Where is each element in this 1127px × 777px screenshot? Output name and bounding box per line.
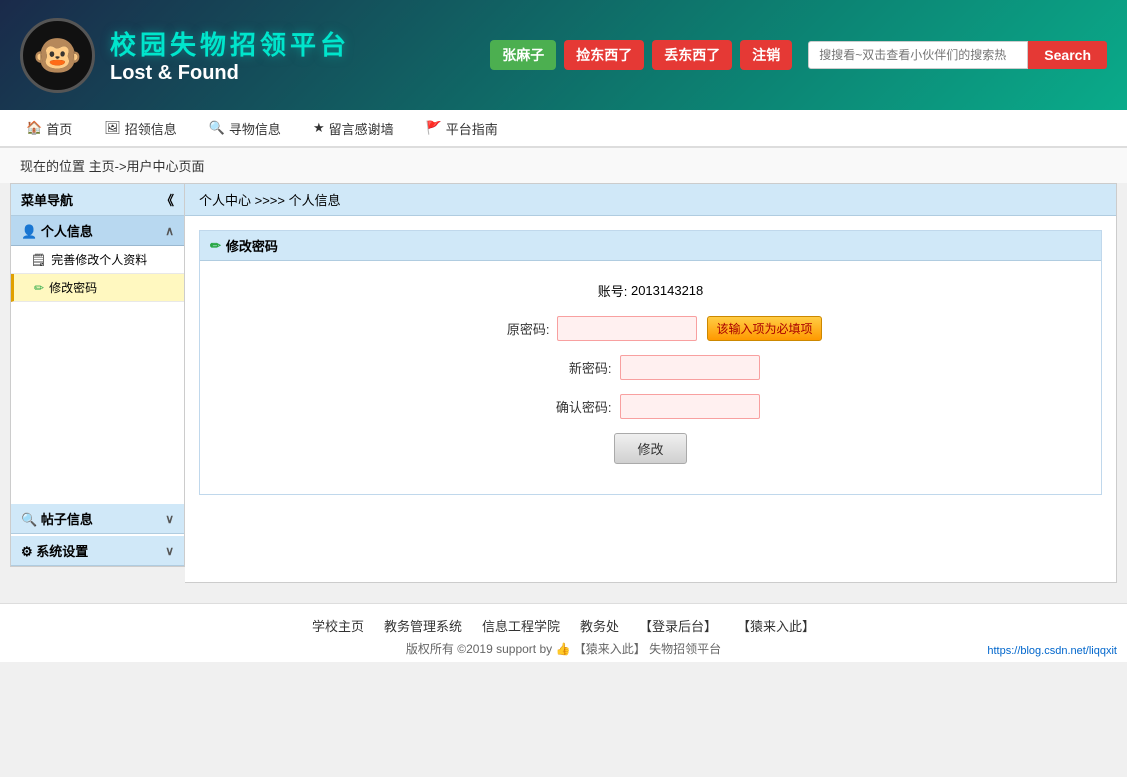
edit-profile-label: 完善修改个人资料 [51, 251, 147, 268]
new-password-label: 新密码: [542, 358, 612, 377]
nav-lost-label: 寻物信息 [229, 119, 281, 138]
nav-found-label: 招领信息 [125, 119, 177, 138]
search-area: Search [808, 41, 1107, 69]
settings-chevron-icon: ∨ [165, 544, 174, 558]
submit-button[interactable]: 修改 [614, 433, 686, 464]
nav-item-found[interactable]: 🖼 招领信息 [88, 111, 193, 146]
search-button[interactable]: Search [1028, 41, 1107, 69]
old-password-input[interactable] [557, 316, 697, 341]
content-breadcrumb: 个人中心 >>>> 个人信息 [185, 184, 1116, 216]
sidebar-header: 菜单导航 《 [11, 184, 184, 216]
site-title-en: Lost & Found [110, 62, 350, 85]
old-password-row: 原密码: 该输入项为必填项 [230, 316, 1071, 341]
home-icon: 🏠 [26, 120, 42, 136]
sidebar-posts-label: 帖子信息 [41, 512, 93, 527]
gear-icon: ⚙ [21, 544, 33, 559]
header-right: 张麻子 捡东西了 丢东西了 注销 Search [490, 40, 1107, 70]
footer-copyright: 版权所有 ©2019 support by 👍 【猿来入此】 失物招领平台 [0, 640, 1127, 657]
site-title: 校园失物招领平台 Lost & Found [110, 25, 350, 85]
nav-item-wall[interactable]: ★ 留言感谢墙 [297, 111, 410, 146]
sidebar-header-label: 菜单导航 [21, 190, 73, 209]
required-badge: 该输入项为必填项 [707, 316, 821, 341]
nav-item-guide[interactable]: 🚩 平台指南 [410, 111, 514, 146]
found-item-button[interactable]: 捡东西了 [564, 40, 644, 70]
footer-url: https://blog.csdn.net/liqqxit [987, 645, 1117, 657]
form-section-header: ✏ 修改密码 [200, 231, 1101, 261]
confirm-password-row: 确认密码: [230, 394, 1071, 419]
account-label: 账号: [598, 281, 628, 300]
found-icon: 🖼 [104, 120, 121, 136]
personal-section-label: 👤 个人信息 [21, 221, 93, 240]
page-header: 🐵 校园失物招领平台 Lost & Found 张麻子 捡东西了 丢东西了 注销… [0, 0, 1127, 110]
footer-link-info[interactable]: 信息工程学院 [482, 616, 560, 635]
sidebar-item-change-password[interactable]: ✏ 修改密码 [11, 274, 184, 302]
change-password-form: ✏ 修改密码 账号: 2013143218 原密码: 该输入项为必填项 新密码: [199, 230, 1102, 495]
logo-monkey-icon: 🐵 [33, 32, 83, 79]
account-row: 账号: 2013143218 [230, 281, 1071, 300]
footer-link-edu[interactable]: 教务处 [580, 616, 619, 635]
sidebar-section-posts[interactable]: 🔍 帖子信息 ∨ [11, 504, 184, 534]
flag-icon: 🚩 [426, 120, 442, 136]
sidebar-settings-label: 系统设置 [36, 544, 88, 559]
main-container: 菜单导航 《 👤 个人信息 ∧ 🗒 完善修改个人资料 ✏ 修改密码 🔍 帖子信息… [0, 183, 1127, 593]
submit-row: 修改 [230, 433, 1071, 464]
footer-link-backend[interactable]: 【登录后台】 [639, 616, 717, 635]
nav-wall-label: 留言感谢墙 [329, 119, 394, 138]
posts-section-label: 🔍 帖子信息 [21, 509, 93, 528]
footer-link-school[interactable]: 学校主页 [312, 616, 364, 635]
sidebar-personal-label: 个人信息 [41, 224, 93, 239]
sidebar-section-personal[interactable]: 👤 个人信息 ∧ [11, 216, 184, 246]
logout-button[interactable]: 注销 [740, 40, 792, 70]
nav-home-label: 首页 [46, 119, 72, 138]
settings-section-label: ⚙ 系统设置 [21, 541, 88, 560]
content-breadcrumb-text: 个人中心 >>>> 个人信息 [199, 193, 341, 208]
sidebar-item-edit-profile[interactable]: 🗒 完善修改个人资料 [11, 246, 184, 274]
logo: 🐵 [20, 18, 95, 93]
star-icon: ★ [313, 120, 325, 136]
footer: 学校主页 教务管理系统 信息工程学院 教务处 【登录后台】 【猿来入此】 版权所… [0, 603, 1127, 662]
nav-guide-label: 平台指南 [446, 119, 498, 138]
lost-item-button[interactable]: 丢东西了 [652, 40, 732, 70]
posts-icon: 🔍 [21, 512, 37, 527]
pencil-form-icon: ✏ [210, 238, 221, 254]
edit-profile-icon: 🗒 [31, 253, 46, 267]
new-password-input[interactable] [620, 355, 760, 380]
change-password-label: 修改密码 [49, 279, 97, 296]
person-icon: 👤 [21, 224, 37, 239]
pencil-icon: ✏ [34, 281, 44, 295]
sidebar-section-settings[interactable]: ⚙ 系统设置 ∨ [11, 536, 184, 566]
footer-link-ape[interactable]: 【猿来入此】 [737, 616, 815, 635]
search-input[interactable] [808, 41, 1028, 69]
posts-chevron-icon: ∨ [165, 512, 174, 526]
confirm-password-input[interactable] [620, 394, 760, 419]
navbar: 🏠 首页 🖼 招领信息 🔍 寻物信息 ★ 留言感谢墙 🚩 平台指南 [0, 110, 1127, 148]
confirm-password-label: 确认密码: [542, 397, 612, 416]
username-button[interactable]: 张麻子 [490, 40, 556, 70]
sidebar: 菜单导航 《 👤 个人信息 ∧ 🗒 完善修改个人资料 ✏ 修改密码 🔍 帖子信息… [10, 183, 185, 567]
search-nav-icon: 🔍 [209, 120, 225, 136]
footer-link-academic[interactable]: 教务管理系统 [384, 616, 462, 635]
nav-item-home[interactable]: 🏠 首页 [10, 111, 88, 146]
personal-chevron-icon: ∧ [165, 224, 174, 238]
breadcrumb: 现在的位置 主页->用户中心页面 [0, 148, 1127, 183]
content-area: 个人中心 >>>> 个人信息 ✏ 修改密码 账号: 2013143218 原密码… [185, 183, 1117, 583]
site-title-cn: 校园失物招领平台 [110, 25, 350, 62]
header-left: 🐵 校园失物招领平台 Lost & Found [20, 18, 350, 93]
new-password-row: 新密码: [230, 355, 1071, 380]
breadcrumb-text: 现在的位置 主页->用户中心页面 [20, 159, 205, 174]
old-password-label: 原密码: [479, 319, 549, 338]
form-title: 修改密码 [226, 236, 278, 255]
footer-links: 学校主页 教务管理系统 信息工程学院 教务处 【登录后台】 【猿来入此】 [0, 616, 1127, 635]
form-body: 账号: 2013143218 原密码: 该输入项为必填项 新密码: 确认密码: [200, 261, 1101, 494]
account-value: 2013143218 [631, 283, 703, 298]
nav-item-lost[interactable]: 🔍 寻物信息 [193, 111, 297, 146]
sidebar-collapse-icon[interactable]: 《 [161, 190, 174, 209]
